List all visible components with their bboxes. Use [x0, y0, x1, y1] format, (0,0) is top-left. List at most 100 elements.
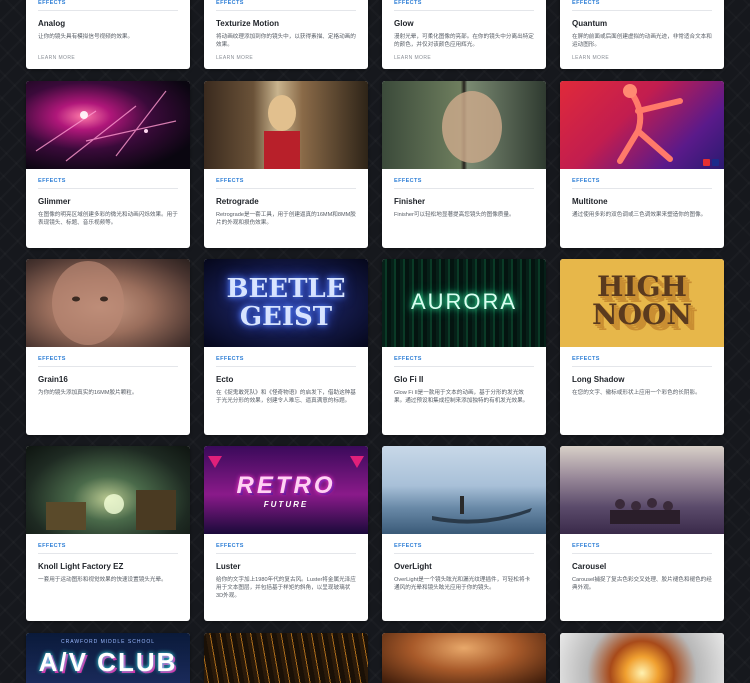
card-title: Finisher [394, 197, 426, 206]
card-description: 在您的文字、徽标或形状上应用一个彩色的长阴影。 [572, 390, 701, 396]
card-retrograde[interactable]: EFFECTS Retrograde Retrograde是一套工具，用于创建逼… [204, 81, 368, 248]
divider [216, 188, 356, 189]
divider [394, 553, 534, 554]
card-warrior[interactable] [382, 633, 546, 683]
category-label: EFFECTS [394, 543, 422, 549]
category-label: EFFECTS [572, 178, 600, 184]
divider [216, 553, 356, 554]
card-light-streaks[interactable] [204, 633, 368, 683]
card-texturize-motion[interactable]: EFFECTS Texturize Motion 将动画纹理添加到你的镜头中，以… [204, 0, 368, 69]
card-description: 一套用于运动图形和视觉效果的快速设置镜头光晕。 [38, 577, 167, 583]
card-ecto[interactable]: BEETLE GEIST EFFECTS Ecto 在《捉鬼敢死队》和《怪奇物语… [204, 259, 368, 435]
card-title: OverLight [394, 562, 432, 571]
card-description: Retrograde是一套工具，用于创建逼真的16MM和8MM胶片的外观和损伤效… [216, 212, 356, 226]
thumbnail-luster[interactable]: RETRO FUTURE [204, 446, 368, 534]
thumbnail-knoll[interactable] [26, 446, 190, 534]
people-graphic [610, 498, 680, 524]
thumbnail-title: BEETLE GEIST [226, 274, 346, 332]
thumbnail-light-streaks[interactable] [204, 633, 368, 683]
thumbnail-title: RETRO [236, 472, 336, 499]
card-description: Glow Fi II是一款用于文本的动画，基于分形的发光效果。通过预设和集成控制… [394, 390, 529, 404]
card-overlight[interactable]: EFFECTS OverLight OverLight是一个镜头眩光和漏光纹理插… [382, 446, 546, 621]
figure-graphic [264, 95, 300, 169]
thumbnail-finisher[interactable] [382, 81, 546, 169]
thumbnail-title: A/V CLUB [38, 647, 178, 677]
category-label: EFFECTS [216, 0, 244, 6]
divider [394, 10, 534, 11]
category-label: EFFECTS [216, 356, 244, 362]
sparkle-streaks-graphic [35, 90, 177, 162]
thumbnail-av-club[interactable]: CRAWFORD MIDDLE SCHOOL A/V CLUB [26, 633, 190, 683]
thumbnail-retrograde[interactable] [204, 81, 368, 169]
card-description: Carousel捕捉了复古色彩交叉处理、胶片褪色和褪色的经典外观。 [572, 577, 712, 591]
divider [38, 553, 178, 554]
card-carousel[interactable]: EFFECTS Carousel Carousel捕捉了复古色彩交叉处理、胶片褪… [560, 446, 724, 621]
divider [572, 188, 712, 189]
card-fire-orb[interactable] [560, 633, 724, 683]
category-label: EFFECTS [216, 178, 244, 184]
card-grain16[interactable]: EFFECTS Grain16 为你的镜头添加真实的16MM胶片颗粒。 LEAR… [26, 259, 190, 435]
card-title: Glow [394, 19, 414, 28]
thumbnail-long-shadow[interactable]: HIGH NOON [560, 259, 724, 347]
thumbnail-title: HIGH NOON [592, 270, 692, 331]
thumbnail-warrior[interactable] [382, 633, 546, 683]
category-label: EFFECTS [38, 178, 66, 184]
card-title: Long Shadow [572, 375, 625, 384]
card-knoll-light-factory[interactable]: EFFECTS Knoll Light Factory EZ 一套用于运动图形和… [26, 446, 190, 621]
card-description: 通过使用多彩的双色调或三色调效果来塑造你的图像。 [572, 212, 707, 218]
card-multitone[interactable]: EFFECTS Multitone 通过使用多彩的双色调或三色调效果来塑造你的图… [560, 81, 724, 248]
card-description: 给你的文字加上1980年代的复古风。Luster将金属光泽应用于文本图层，并包括… [216, 577, 356, 599]
card-description: 在图像的明亮区域创建多彩的微光和动画闪烁效果。用于表现镜头、标题、音乐视频等。 [38, 212, 178, 226]
card-glimmer[interactable]: EFFECTS Glimmer 在图像的明亮区域创建多彩的微光和动画闪烁效果。用… [26, 81, 190, 248]
thumbnail-glo-fi[interactable]: AURORA [382, 259, 546, 347]
dancer-graphic [617, 84, 683, 164]
card-glo-fi-ii[interactable]: AURORA EFFECTS Glo Fi II Glow Fi II是一款用于… [382, 259, 546, 435]
card-description: 为你的镜头添加真实的16MM胶片颗粒。 [38, 390, 138, 396]
thumbnail-fire-orb[interactable] [560, 633, 724, 683]
card-title: Texturize Motion [216, 19, 279, 28]
category-label: EFFECTS [394, 0, 422, 6]
thumbnail-overlight[interactable] [382, 446, 546, 534]
card-av-club[interactable]: CRAWFORD MIDDLE SCHOOL A/V CLUB [26, 633, 190, 683]
learn-more-link[interactable]: LEARN MORE [394, 55, 431, 61]
thumbnail-subtitle: CRAWFORD MIDDLE SCHOOL [60, 639, 156, 645]
thumbnail-ecto[interactable]: BEETLE GEIST [204, 259, 368, 347]
card-glow[interactable]: EFFECTS Glow 漫射光晕，可柔化图像的亮部。在你的镜头中分离出特定的颜… [382, 0, 546, 69]
card-luster[interactable]: RETRO FUTURE EFFECTS Luster 给你的文字加上1980年… [204, 446, 368, 621]
canoe-graphic [432, 496, 532, 524]
divider [216, 366, 356, 367]
thumbnail-glimmer[interactable] [26, 81, 190, 169]
thumbnail-subtitle: FUTURE [263, 500, 309, 509]
books-graphic [46, 490, 176, 530]
category-label: EFFECTS [394, 356, 422, 362]
card-long-shadow[interactable]: HIGH NOON EFFECTS Long Shadow 在您的文字、徽标或形… [560, 259, 724, 435]
thumbnail-grain16[interactable] [26, 259, 190, 347]
face-graphic [442, 91, 502, 163]
learn-more-link[interactable]: LEARN MORE [38, 55, 75, 61]
card-title: Knoll Light Factory EZ [38, 562, 124, 571]
divider [216, 10, 356, 11]
thumbnail-carousel[interactable] [560, 446, 724, 534]
card-analog[interactable]: EFFECTS Analog 让你的镜头具有模拟信号视频的效果。 LEARN M… [26, 0, 190, 69]
card-quantum[interactable]: EFFECTS Quantum 在屏的前面或后面创建虚拟的动画光迹，非常适合文本… [560, 0, 724, 69]
category-label: EFFECTS [572, 0, 600, 6]
effects-grid: EFFECTS Analog 让你的镜头具有模拟信号视频的效果。 LEARN M… [0, 0, 750, 683]
card-description: 让你的镜头具有模拟信号视频的效果。 [38, 34, 134, 40]
card-title: Multitone [572, 197, 608, 206]
category-label: EFFECTS [38, 356, 66, 362]
card-title: Grain16 [38, 375, 68, 384]
category-label: EFFECTS [572, 543, 600, 549]
card-description: OverLight是一个镜头眩光和漏光纹理插件，可轻松将卡通风的光晕和镜头眩光应… [394, 577, 531, 591]
learn-more-link[interactable]: LEARN MORE [216, 55, 253, 61]
card-finisher[interactable]: EFFECTS Finisher Finisher可以轻松地显著提高您镜头的图像… [382, 81, 546, 248]
thumbnail-title: AURORA [410, 289, 518, 314]
divider [572, 553, 712, 554]
card-title: Glo Fi II [394, 375, 424, 384]
category-label: EFFECTS [38, 543, 66, 549]
card-title: Quantum [572, 19, 608, 28]
card-description: 将动画纹理添加到你的镜头中，以获得素描、定格动画的效果。 [216, 34, 356, 48]
learn-more-link[interactable]: LEARN MORE [572, 55, 609, 61]
divider [38, 366, 178, 367]
card-title: Analog [38, 19, 66, 28]
thumbnail-multitone[interactable] [560, 81, 724, 169]
